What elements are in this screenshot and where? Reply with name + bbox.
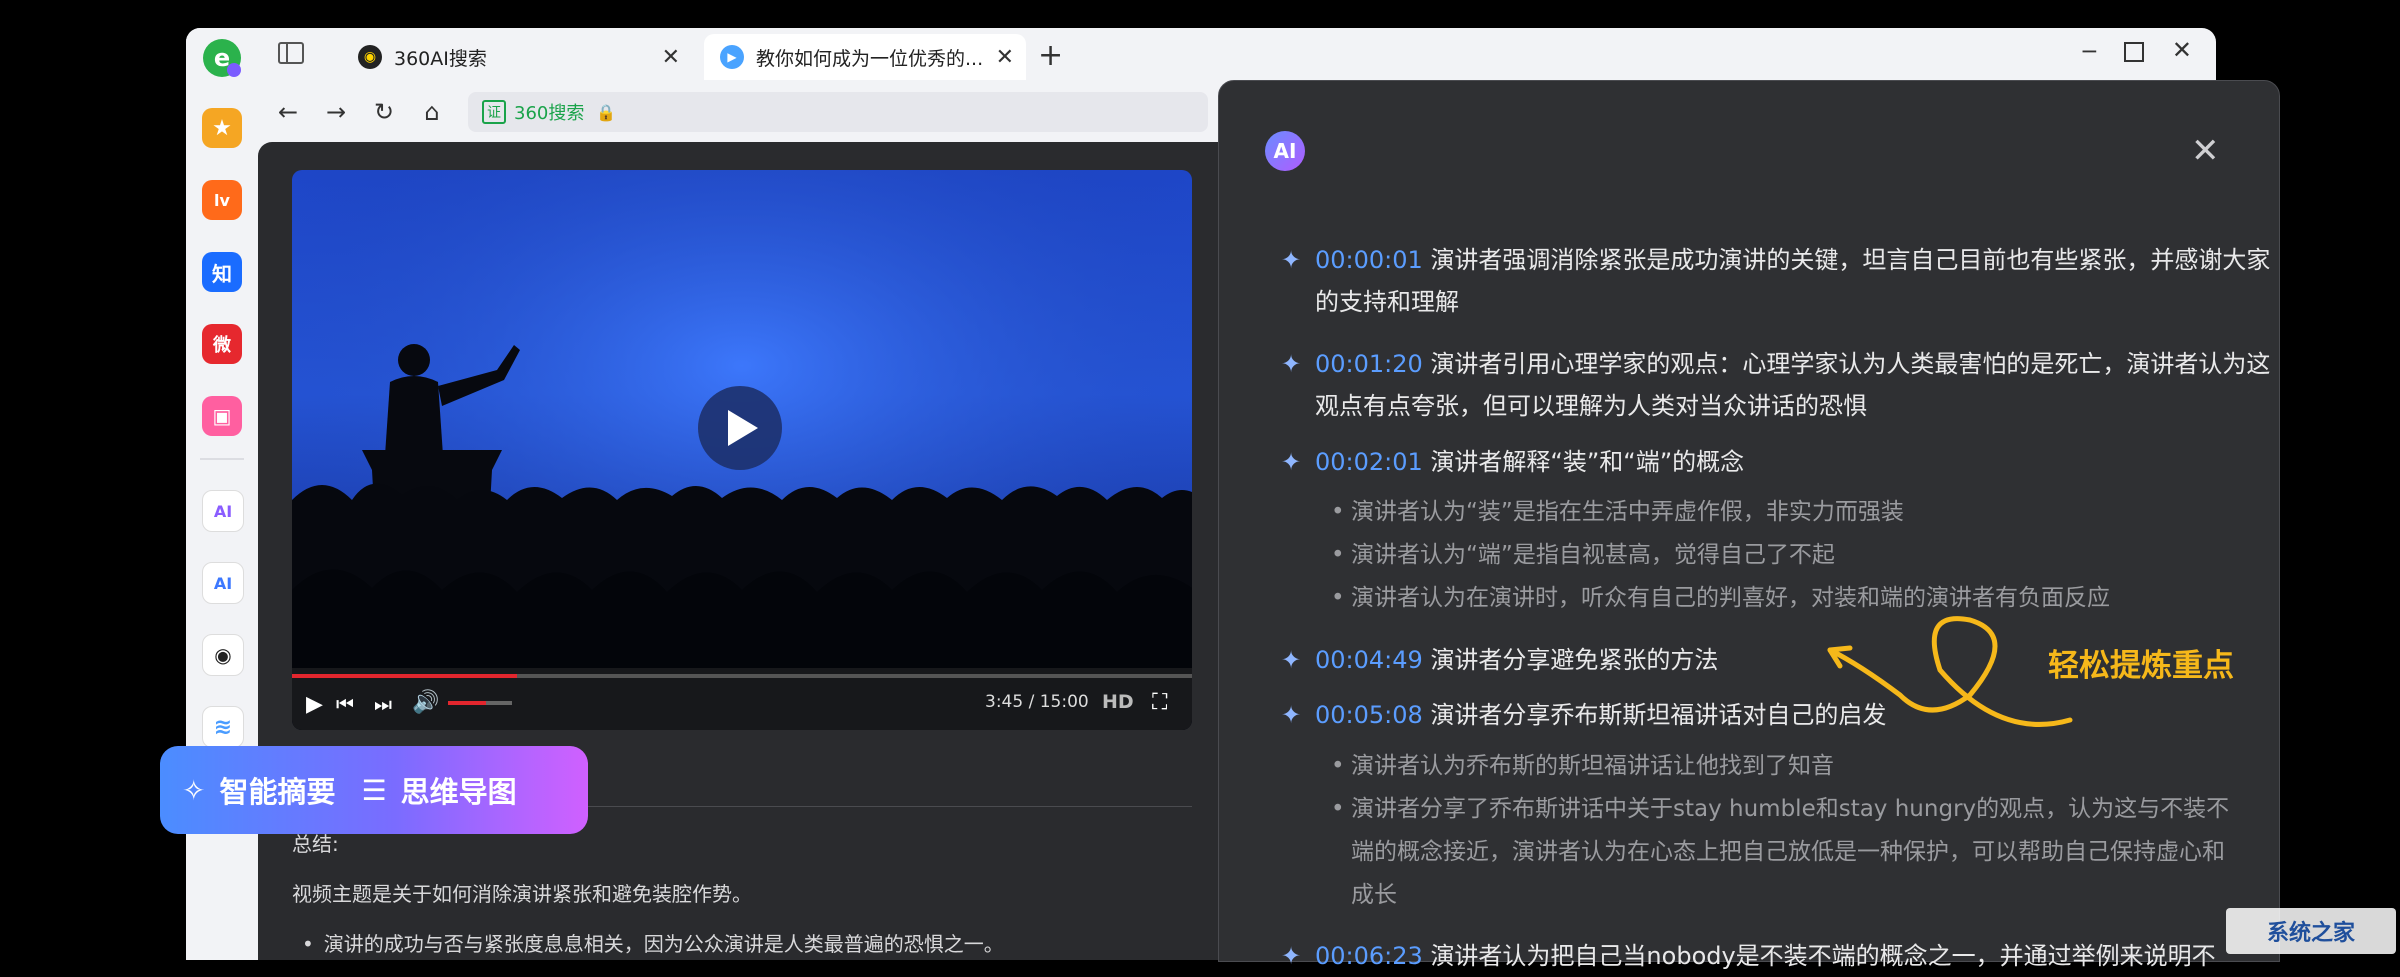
callout-label: 轻松提炼重点	[2048, 648, 2234, 684]
summary-sparkle-icon: ✧	[182, 773, 206, 807]
play-overlay-icon	[698, 386, 782, 470]
entry-text: 演讲者解释“装”和“端”的概念	[1430, 448, 1745, 476]
timestamp-link[interactable]: 00:06:23	[1315, 942, 1423, 970]
play-favicon-icon: ▶	[720, 45, 744, 69]
chat-bot-icon[interactable]: ◉	[202, 634, 244, 676]
timestamp-link[interactable]: 00:00:01	[1315, 246, 1423, 274]
entry-text: 演讲者认为把自己当nobody是不装不端的概念之一，并通过举例来说明不	[1430, 942, 2216, 970]
summary-entry: ✦ 00:01:20 演讲者引用心理学家的观点：心理学家认为人类最害怕的是死亡，…	[1281, 343, 2275, 427]
summary-mindmap-pill: ✧ 智能摘要 ☰ 思维导图	[160, 746, 588, 834]
layers-icon[interactable]: ≋	[202, 706, 244, 748]
entry-bullet: 演讲者认为“装”是指在生活中弄虚作假，非实力而强装	[1331, 491, 2251, 534]
entry-bullet: 演讲者认为“端”是指自视甚高，觉得自己了不起	[1331, 534, 2251, 577]
forward-button[interactable]: →	[318, 94, 354, 130]
hd-button[interactable]: HD	[1102, 691, 1134, 713]
timestamp-link[interactable]: 00:04:49	[1315, 646, 1423, 674]
sparkle-icon: ✦	[1281, 646, 1302, 674]
timestamp-link[interactable]: 00:01:20	[1315, 350, 1423, 378]
close-window-button[interactable]: ✕	[2172, 36, 2192, 64]
ai-summary-panel: AI ✕ ✦ 00:00:01 演讲者强调消除紧张是成功演讲的关键，坦言自己目前…	[1218, 80, 2280, 970]
bilibili-icon[interactable]: ▣	[202, 396, 242, 436]
address-bar[interactable]: 证 360搜索 🔒	[468, 92, 1208, 132]
mindmap-button[interactable]: 思维导图	[401, 769, 517, 811]
watermark-logo: 系统之家	[2226, 908, 2396, 954]
close-tab-icon[interactable]: ✕	[996, 45, 1014, 70]
next-icon[interactable]: ⏭	[374, 692, 392, 716]
rail-divider	[200, 458, 244, 460]
browser-logo-icon[interactable]: e	[200, 36, 244, 80]
home-button[interactable]: ⌂	[414, 94, 450, 130]
entry-text: 演讲者引用心理学家的观点：心理学家认为人类最害怕的是死亡，演讲者认为这观点有点夸…	[1315, 350, 2271, 420]
progress-fill	[292, 674, 517, 678]
timestamp-link[interactable]: 00:05:08	[1315, 701, 1423, 729]
entry-bullet: 演讲者分享了乔布斯讲话中关于stay humble和stay hungry的观点…	[1331, 788, 2231, 917]
close-tab-icon[interactable]: ✕	[662, 45, 680, 70]
volume-icon[interactable]: 🔊	[412, 690, 439, 715]
smart-summary-button[interactable]: 智能摘要	[219, 769, 335, 811]
minimize-button[interactable]: ─	[2083, 40, 2096, 65]
360ai-favicon-icon: ◉	[358, 45, 382, 69]
summary-entry: ✦ 00:06:23 演讲者认为把自己当nobody是不装不端的概念之一，并通过…	[1281, 935, 2275, 977]
zhihu-icon[interactable]: 知	[202, 252, 242, 292]
back-button[interactable]: ←	[270, 94, 306, 130]
sparkle-icon: ✦	[1281, 942, 1302, 970]
volume-fill	[448, 701, 487, 705]
tab-video-page[interactable]: ▶ 教你如何成为一位优秀的... ✕	[704, 34, 1026, 80]
mindmap-list-icon: ☰	[361, 773, 387, 807]
close-panel-button[interactable]: ✕	[2191, 131, 2220, 171]
lock-icon: 🔒	[596, 102, 617, 122]
volume-slider[interactable]	[448, 701, 512, 705]
progress-track[interactable]	[292, 674, 1192, 678]
sparkle-icon: ✦	[1281, 350, 1302, 378]
site-label: 360搜索	[514, 103, 585, 124]
weibo-icon[interactable]: 微	[202, 324, 242, 364]
sidebar-toggle-icon[interactable]	[278, 42, 304, 64]
summary-topic: 视频主题是关于如何消除演讲紧张和避免装腔作势。	[292, 882, 752, 906]
summary-bullet: • 演讲的成功与否与紧张度息息相关，因为公众演讲是人类最普遍的恐惧之一。	[302, 932, 1004, 956]
ai-icon[interactable]: AI	[202, 562, 244, 604]
video-player[interactable]	[292, 170, 1192, 730]
entry-text: 演讲者强调消除紧张是成功演讲的关键，坦言自己目前也有些紧张，并感谢大家的支持和理…	[1315, 246, 2271, 316]
tab-label: 教你如何成为一位优秀的...	[756, 47, 984, 70]
time-display: 3:45 / 15:00	[985, 692, 1089, 712]
new-tab-button[interactable]: +	[1038, 38, 1063, 73]
video-app-icon[interactable]: lv	[202, 180, 242, 220]
previous-icon[interactable]: ⏮	[336, 692, 354, 716]
entry-bullet: 演讲者认为乔布斯的斯坦福讲话让他找到了知音	[1331, 745, 2251, 788]
tab-360ai-search[interactable]: ◉ 360AI搜索 ✕	[342, 34, 692, 80]
maximize-button[interactable]	[2124, 42, 2144, 62]
timestamp-link[interactable]: 00:02:01	[1315, 448, 1423, 476]
star-icon[interactable]: ★	[202, 108, 242, 148]
reload-button[interactable]: ↻	[366, 94, 402, 130]
sparkle-icon: ✦	[1281, 448, 1302, 476]
play-icon[interactable]: ▶	[306, 692, 323, 717]
sparkle-icon: ✦	[1281, 701, 1302, 729]
summary-entry: ✦ 00:02:01 演讲者解释“装”和“端”的概念	[1281, 441, 2275, 483]
fullscreen-icon[interactable]: ⛶	[1152, 690, 1167, 715]
entry-text: 演讲者分享乔布斯斯坦福讲话对自己的启发	[1430, 701, 1887, 729]
tab-label: 360AI搜索	[394, 47, 487, 70]
player-controls: ▶ ⏮ ⏭ 🔊 3:45 / 15:00 HD ⛶	[292, 668, 1192, 730]
cert-icon: 证	[482, 100, 506, 124]
sparkle-icon: ✦	[1281, 246, 1302, 274]
entry-text: 演讲者分享避免紧张的方法	[1430, 646, 1719, 674]
ai-add-icon[interactable]: AI	[202, 490, 244, 532]
ai-badge-icon: AI	[1265, 131, 1305, 171]
tab-bar: ◉ 360AI搜索 ✕ ▶ 教你如何成为一位优秀的... ✕ + ─ ✕	[258, 28, 2216, 88]
summary-bullet-text: 演讲的成功与否与紧张度息息相关，因为公众演讲是人类最普遍的恐惧之一。	[323, 932, 1004, 956]
summary-entry: ✦ 00:00:01 演讲者强调消除紧张是成功演讲的关键，坦言自己目前也有些紧张…	[1281, 239, 2275, 323]
